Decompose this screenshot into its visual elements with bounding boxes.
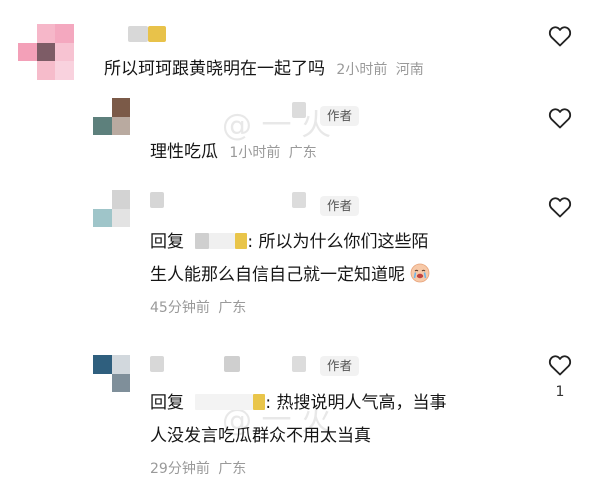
author-badge: 作者 <box>320 196 360 216</box>
username-blurred[interactable] <box>292 102 306 118</box>
comment-text-line: 人没发言吃瓜群众不用太当真 <box>150 424 371 448</box>
comment-meta: 29分钟前 广东 <box>150 459 246 479</box>
like-count: 1 <box>555 384 565 400</box>
comment-body: 所以珂珂跟黄晓明在一起了吗 <box>104 59 325 79</box>
comment-body: : 所以为什么你们这些陌 <box>247 232 429 252</box>
author-badge: 作者 <box>320 106 360 126</box>
avatar[interactable] <box>18 24 74 80</box>
comment-body: 生人能那么自信自己就一定知道呢 <box>150 265 405 285</box>
comment-text-line: 生人能那么自信自己就一定知道呢 <box>150 263 430 287</box>
username-blurred[interactable] <box>150 192 164 208</box>
comment-meta: 45分钟前 广东 <box>150 298 246 318</box>
comment-location: 广东 <box>218 300 247 316</box>
comment-text-line: 回复 : 所以为什么你们这些陌 <box>150 230 429 254</box>
avatar[interactable] <box>93 355 130 392</box>
comment-time: 2小时前 <box>336 62 388 78</box>
comment-text: 理性吃瓜 1小时前 广东 <box>150 140 317 164</box>
comment-body: 理性吃瓜 <box>150 142 218 162</box>
username-blurred[interactable] <box>292 356 306 372</box>
comment-meta: 1小时前 广东 <box>229 145 316 161</box>
username-blurred[interactable] <box>150 356 164 372</box>
reply-target-blurred <box>195 394 254 410</box>
comment-body: 人没发言吃瓜群众不用太当真 <box>150 426 371 446</box>
comment-time: 1小时前 <box>229 145 281 161</box>
comment-time: 29分钟前 <box>150 461 210 477</box>
comment-location: 河南 <box>395 62 424 78</box>
heart-icon[interactable] <box>548 107 572 129</box>
username-blurred[interactable] <box>148 26 166 42</box>
comment-time: 45分钟前 <box>150 300 210 316</box>
reply-target-blurred <box>209 233 236 249</box>
comment-location: 广东 <box>218 461 247 477</box>
avatar[interactable] <box>93 190 130 227</box>
heart-icon[interactable] <box>548 354 572 376</box>
reply-target-blurred <box>235 233 248 249</box>
reply-prefix: 回复 <box>150 232 184 252</box>
heart-icon[interactable] <box>548 196 572 218</box>
comment-meta: 2小时前 河南 <box>336 62 423 78</box>
watermark: @ 一 火 <box>222 108 332 143</box>
username-blurred[interactable] <box>292 192 306 208</box>
username-blurred[interactable] <box>224 356 240 372</box>
comment-text: 所以珂珂跟黄晓明在一起了吗 2小时前 河南 <box>104 57 424 81</box>
reply-prefix: 回复 <box>150 393 184 413</box>
comment-text-line: 回复 : 热搜说明人气高，当事 <box>150 391 447 415</box>
comment-body: : 热搜说明人气高，当事 <box>265 393 447 413</box>
username-blurred[interactable] <box>128 26 148 42</box>
reply-target-blurred[interactable] <box>253 394 266 410</box>
heart-icon[interactable] <box>548 25 572 47</box>
reply-target-blurred[interactable] <box>195 233 210 249</box>
comment-location: 广东 <box>288 145 317 161</box>
crying-face-emoji <box>411 263 430 283</box>
avatar[interactable] <box>93 98 130 135</box>
author-badge: 作者 <box>320 356 360 376</box>
